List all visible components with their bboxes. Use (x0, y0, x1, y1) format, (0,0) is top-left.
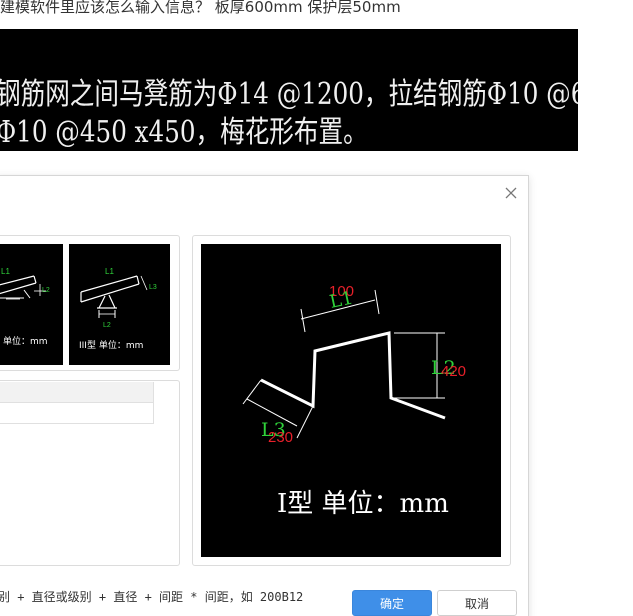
preview-type-label: I型 单位：mm (277, 489, 449, 519)
thumb2-label-l2: L2 (103, 322, 111, 329)
shape-thumbnail-2-drawing: L1 L3 L2 III型 单位：mm (79, 267, 157, 351)
cancel-button[interactable]: 取消 (437, 590, 517, 616)
dim-top-name: L1 (328, 287, 355, 312)
shape-thumbnail-1[interactable]: L1 L2 单位：mm (0, 244, 63, 365)
shape-preview-drawing: 100 L1 L2 420 L3 230 I型 单位：mm (242, 283, 466, 519)
question-image-line-2: Φ10 @450 x450，梅花形布置。 (0, 115, 368, 150)
input-format-hint: 别 + 直径或级别 + 直径 + 间距 * 间距，如 200B12 (0, 590, 304, 604)
close-icon[interactable] (503, 185, 519, 201)
rebar-grid-row[interactable] (0, 403, 154, 424)
thumb2-type-label: III型 单位：mm (79, 339, 143, 351)
question-text: 建模软件里应该怎么输入信息？ 板厚600mm 保护层50mm (0, 0, 401, 16)
shape-preview: 100 L1 L2 420 L3 230 I型 单位：mm (201, 244, 501, 557)
thumb1-label-l1: L1 (1, 267, 10, 276)
rebar-grid-header (0, 382, 154, 403)
ok-button[interactable]: 确定 (352, 590, 432, 616)
shape-thumbnail-2[interactable]: L1 L3 L2 III型 单位：mm (69, 244, 170, 365)
shape-thumbnail-1-drawing: L1 L2 单位：mm (0, 267, 50, 347)
thumb1-type-label: 单位：mm (3, 335, 48, 347)
dim-right-value: 420 (441, 363, 466, 380)
thumb1-label-l2: L2 (42, 287, 50, 294)
dim-left-value: 230 (268, 429, 293, 446)
thumb2-label-l3: L3 (149, 284, 157, 291)
question-image: 钢筋网之间马凳筋为Φ14 @1200，拉结钢筋Φ10 @600 x600。 Φ1… (0, 29, 578, 151)
thumb2-label-l1: L1 (105, 267, 114, 276)
